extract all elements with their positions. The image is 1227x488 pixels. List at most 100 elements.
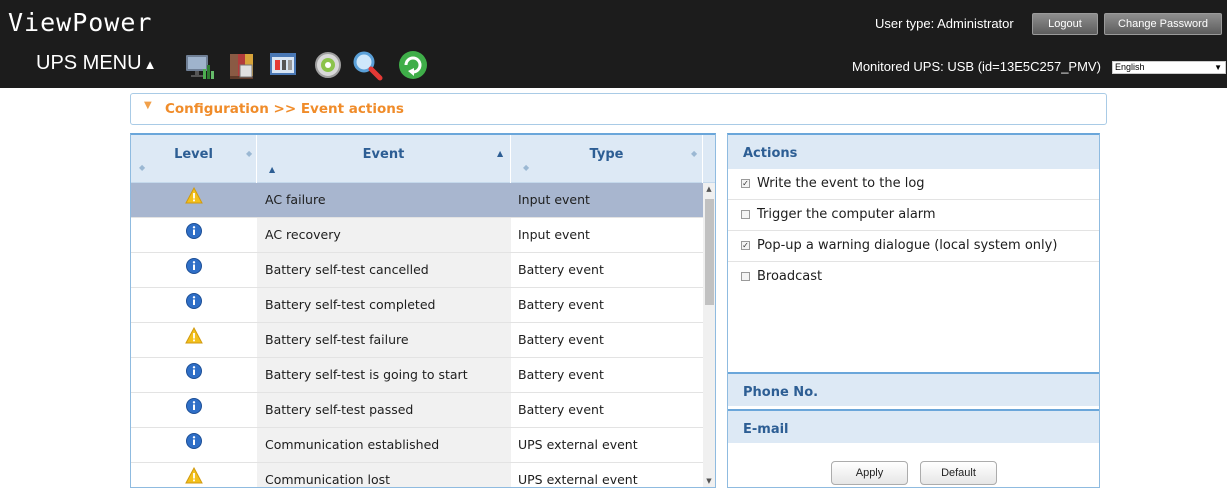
type-cell: Battery event [511, 393, 703, 427]
type-cell: UPS external event [511, 463, 703, 487]
info-icon [185, 292, 203, 310]
action-write-log[interactable]: ✓ Write the event to the log [728, 169, 1099, 200]
table-header: Level ◆ ◆ Event ▲ ▲ Type ◆ ◆ [131, 135, 715, 183]
phone-section-header[interactable]: Phone No. [728, 372, 1099, 406]
email-section-header[interactable]: E-mail [728, 409, 1099, 443]
app-header: ViewPower UPS MENU ▲ User type: Administ… [0, 0, 1227, 88]
sort-asc-icon: ▲ [497, 149, 504, 158]
warning-icon [185, 466, 203, 485]
event-type: Battery event [518, 262, 604, 277]
refresh-icon[interactable] [397, 49, 429, 81]
table-row[interactable]: Battery self-test is going to start Batt… [131, 358, 703, 393]
level-cell [131, 463, 257, 487]
column-header-level[interactable]: Level ◆ ◆ [131, 135, 257, 183]
event-name: Battery self-test passed [265, 402, 414, 417]
type-cell: Battery event [511, 288, 703, 322]
info-icon [185, 362, 203, 380]
search-icon[interactable] [351, 49, 383, 81]
action-broadcast[interactable]: Broadcast [728, 262, 1099, 293]
event-cell: Battery self-test completed [257, 288, 511, 322]
column-label: Event [362, 147, 405, 162]
event-name: AC failure [265, 192, 326, 207]
sort-icon: ◆ [246, 149, 253, 158]
sort-asc-icon: ▲ [269, 165, 276, 174]
breadcrumb-text: Configuration >> Event actions [165, 101, 404, 117]
event-cell: Battery self-test passed [257, 393, 511, 427]
event-cell: Communication lost [257, 463, 511, 487]
sort-icon: ◆ [523, 163, 530, 172]
event-name: Communication established [265, 437, 440, 452]
type-cell: Input event [511, 183, 703, 217]
table-row[interactable]: Battery self-test passed Battery event [131, 393, 703, 428]
event-type: Battery event [518, 297, 604, 312]
change-password-button[interactable]: Change Password [1104, 13, 1222, 35]
column-header-type[interactable]: Type ◆ ◆ [511, 135, 703, 183]
event-name: Battery self-test failure [265, 332, 409, 347]
event-cell: Battery self-test cancelled [257, 253, 511, 287]
language-select[interactable]: English ▼ [1112, 61, 1226, 74]
table-row[interactable]: Battery self-test completed Battery even… [131, 288, 703, 323]
ups-menu-button[interactable]: UPS MENU ▲ [36, 52, 156, 75]
event-name: Battery self-test completed [265, 297, 436, 312]
table-row[interactable]: Battery self-test failure Battery event [131, 323, 703, 358]
type-cell: Battery event [511, 253, 703, 287]
type-cell: Battery event [511, 358, 703, 392]
action-trigger-alarm[interactable]: Trigger the computer alarm [728, 200, 1099, 231]
scroll-up-icon[interactable]: ▲ [703, 183, 715, 195]
info-icon [185, 257, 203, 275]
event-cell: Communication established [257, 428, 511, 462]
type-cell: UPS external event [511, 428, 703, 462]
action-label: Pop-up a warning dialogue (local system … [757, 238, 1058, 253]
ups-menu-label: UPS MENU [36, 52, 142, 74]
scrollbar-thumb[interactable] [705, 199, 714, 305]
checkbox-unchecked[interactable] [741, 210, 750, 219]
table-row[interactable]: Battery self-test cancelled Battery even… [131, 253, 703, 288]
sort-icon: ◆ [691, 149, 698, 158]
level-cell [131, 183, 257, 217]
scroll-down-icon[interactable]: ▼ [703, 475, 715, 487]
checkbox-unchecked[interactable] [741, 272, 750, 281]
level-cell [131, 218, 257, 252]
event-type: UPS external event [518, 472, 638, 487]
event-type: Input event [518, 227, 590, 242]
type-cell: Input event [511, 218, 703, 252]
table-row[interactable]: Communication established UPS external e… [131, 428, 703, 463]
event-type: Battery event [518, 332, 604, 347]
control-icon[interactable] [267, 49, 299, 81]
sort-icon: ◆ [139, 163, 146, 172]
level-cell [131, 393, 257, 427]
language-selected: English [1115, 62, 1145, 72]
table-row[interactable]: AC recovery Input event [131, 218, 703, 253]
event-name: Battery self-test cancelled [265, 262, 429, 277]
apply-button[interactable]: Apply [831, 461, 908, 485]
level-cell [131, 323, 257, 357]
event-type: UPS external event [518, 437, 638, 452]
table-scrollbar[interactable]: ▲ ▼ [703, 183, 715, 487]
configuration-icon[interactable] [312, 49, 344, 81]
event-type: Input event [518, 192, 590, 207]
level-cell [131, 358, 257, 392]
table-row[interactable]: AC failure Input event [131, 183, 703, 218]
level-cell [131, 288, 257, 322]
event-name: Communication lost [265, 472, 391, 487]
table-row[interactable]: Communication lost UPS external event [131, 463, 703, 487]
action-label: Broadcast [757, 269, 823, 284]
monitor-icon[interactable] [183, 49, 215, 81]
column-label: Level [174, 147, 213, 162]
user-type-label: User type: Administrator [875, 16, 1014, 31]
logout-button[interactable]: Logout [1032, 13, 1098, 35]
column-label: Type [589, 147, 624, 162]
event-cell: Battery self-test failure [257, 323, 511, 357]
triangle-down-icon: ▼ [144, 100, 152, 111]
actions-header: Actions [728, 135, 1099, 169]
info-icon [185, 432, 203, 450]
column-header-event[interactable]: Event ▲ ▲ [257, 135, 511, 183]
caret-up-icon: ▲ [143, 57, 157, 72]
action-popup-warning[interactable]: ✓ Pop-up a warning dialogue (local syste… [728, 231, 1099, 262]
default-button[interactable]: Default [920, 461, 997, 485]
checkbox-checked[interactable]: ✓ [741, 179, 750, 188]
checkbox-checked[interactable]: ✓ [741, 241, 750, 250]
event-table: Level ◆ ◆ Event ▲ ▲ Type ◆ ◆ AC failure … [130, 133, 716, 488]
records-icon[interactable] [226, 49, 258, 81]
actions-panel: Actions ✓ Write the event to the log Tri… [727, 133, 1100, 488]
